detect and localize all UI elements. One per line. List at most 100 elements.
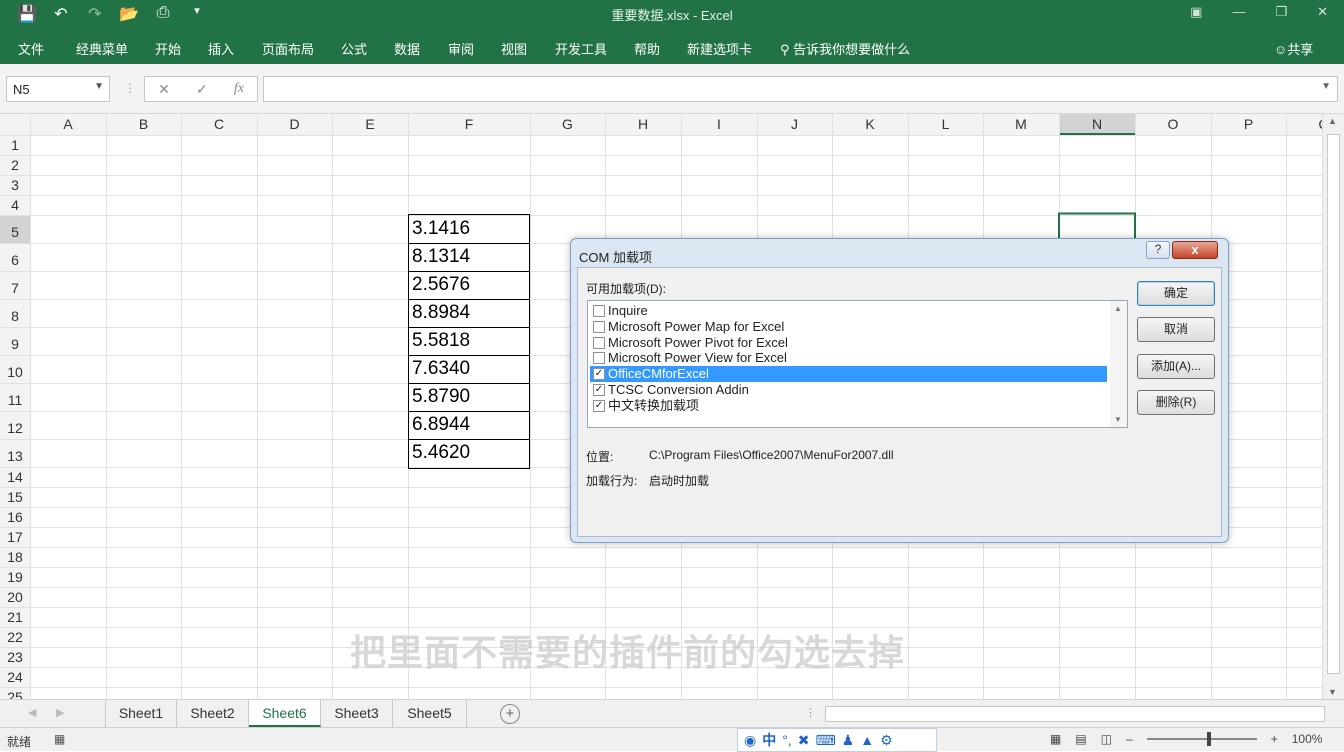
column-header[interactable]: J [757, 114, 832, 135]
tab-data[interactable]: 数据 [394, 39, 420, 58]
scroll-up-icon[interactable]: ▲ [1114, 304, 1122, 313]
row-header[interactable]: 3 [0, 175, 30, 195]
ime-logo-icon[interactable]: ◉ [744, 732, 756, 749]
row-header[interactable]: 15 [0, 487, 30, 507]
horizontal-scrollbar[interactable] [825, 706, 1325, 722]
scroll-thumb[interactable] [1327, 134, 1340, 674]
share-button[interactable]: ☺共享 [1274, 39, 1313, 58]
addin-list-item[interactable]: ✓ 中文转换加载项 [590, 398, 1107, 414]
row-header[interactable]: 7 [0, 271, 30, 299]
insert-function-icon[interactable]: fx [234, 81, 244, 97]
column-header[interactable]: E [332, 114, 408, 135]
close-window-icon[interactable]: ✕ [1317, 4, 1328, 20]
tab-help[interactable]: 帮助 [634, 39, 660, 58]
row-header[interactable]: 10 [0, 355, 30, 383]
cancel-icon[interactable]: ✕ [158, 81, 170, 98]
row-header[interactable]: 2 [0, 155, 30, 175]
remove-button[interactable]: 删除(R) [1137, 390, 1215, 415]
column-header[interactable]: G [530, 114, 605, 135]
formula-input[interactable]: ▼ [263, 76, 1338, 102]
tab-page-layout[interactable]: 页面布局 [262, 39, 314, 58]
addin-list-item[interactable]: Microsoft Power Pivot for Excel [590, 335, 1107, 351]
macro-record-icon[interactable]: ▦ [54, 732, 65, 746]
add-button[interactable]: 添加(A)... [1137, 354, 1215, 379]
row-header[interactable]: 5 [0, 215, 30, 243]
sheet-tab[interactable]: Sheet2 [177, 700, 249, 727]
cell-f10[interactable]: 7.6340 [412, 358, 528, 386]
addin-checkbox[interactable]: ✓ [593, 399, 605, 412]
sheet-tab[interactable]: Sheet1 [105, 700, 177, 727]
vertical-scrollbar[interactable]: ▲ ▼ [1322, 114, 1344, 699]
tab-classic-menu[interactable]: 经典菜单 [76, 39, 128, 58]
enter-icon[interactable]: ✓ [196, 81, 208, 98]
column-header[interactable]: L [908, 114, 983, 135]
column-header[interactable]: K [832, 114, 908, 135]
row-header[interactable]: 21 [0, 607, 30, 627]
tab-view[interactable]: 视图 [501, 39, 527, 58]
sheet-tab[interactable]: Sheet5 [393, 700, 467, 727]
zoom-in-icon[interactable]: + [1271, 732, 1278, 746]
list-scrollbar[interactable]: ▲ ▼ [1110, 301, 1127, 427]
cell-f13[interactable]: 5.4620 [412, 442, 528, 470]
column-header[interactable]: H [605, 114, 681, 135]
punctuation-icon[interactable]: °, [782, 732, 792, 748]
ime-toolbar[interactable]: ◉ 中 °, ✖ ⌨ ♟ ▲ ⚙ [737, 728, 937, 752]
help-icon[interactable]: ? [1146, 241, 1170, 259]
ok-button[interactable]: 确定 [1137, 281, 1215, 306]
tell-me-box[interactable]: ⚲ 告诉我你想要做什么 [780, 39, 910, 58]
prev-sheet-icon[interactable]: ◀ [28, 706, 36, 719]
tab-review[interactable]: 审阅 [448, 39, 474, 58]
addin-list-item[interactable]: Microsoft Power Map for Excel [590, 319, 1107, 335]
tab-home[interactable]: 开始 [155, 39, 181, 58]
addin-checkbox[interactable]: ✓ [593, 368, 605, 381]
scroll-down-icon[interactable]: ▼ [1114, 415, 1122, 424]
addin-list-item[interactable]: ✓ OfficeCMforExcel [590, 366, 1107, 383]
ime-mode[interactable]: 中 [762, 730, 776, 750]
sheet-tab[interactable]: Sheet3 [321, 700, 393, 727]
chevron-down-icon[interactable]: ▼ [94, 81, 104, 92]
addin-list[interactable]: Inquire Microsoft Power Map for Excel Micr… [587, 300, 1128, 428]
user-icon[interactable]: ♟ [842, 732, 855, 749]
close-icon[interactable]: x [1172, 241, 1218, 259]
addin-checkbox[interactable]: ✓ [593, 384, 605, 396]
row-header[interactable]: 9 [0, 327, 30, 355]
expand-formula-icon[interactable]: ▼ [1321, 81, 1331, 92]
zoom-level[interactable]: 100% [1292, 732, 1323, 746]
column-header[interactable]: C [181, 114, 257, 135]
row-header[interactable]: 24 [0, 667, 30, 687]
column-header[interactable]: A [30, 114, 106, 135]
column-header[interactable]: D [257, 114, 332, 135]
column-header[interactable]: M [983, 114, 1059, 135]
row-header[interactable]: 11 [0, 383, 30, 411]
addin-list-item[interactable]: Inquire [590, 303, 1107, 319]
scroll-up-icon[interactable]: ▲ [1328, 116, 1337, 126]
keyboard-icon[interactable]: ⌨ [815, 732, 835, 749]
column-header[interactable]: B [106, 114, 181, 135]
tab-new-tab[interactable]: 新建选项卡 [687, 39, 752, 58]
cancel-button[interactable]: 取消 [1137, 317, 1215, 342]
row-header[interactable]: 22 [0, 627, 30, 647]
addin-checkbox[interactable] [593, 305, 605, 317]
zoom-out-icon[interactable]: – [1126, 732, 1133, 746]
ribbon-display-icon[interactable]: ▣ [1190, 4, 1202, 20]
tab-insert[interactable]: 插入 [208, 39, 234, 58]
row-header[interactable]: 20 [0, 587, 30, 607]
column-header[interactable]: O [1135, 114, 1211, 135]
row-header[interactable]: 18 [0, 547, 30, 567]
settings-icon[interactable]: ⚙ [880, 732, 893, 749]
cell-f8[interactable]: 8.8984 [412, 302, 528, 330]
column-header[interactable]: P [1211, 114, 1286, 135]
row-header[interactable]: 17 [0, 527, 30, 547]
add-sheet-icon[interactable]: + [500, 704, 520, 724]
addin-checkbox[interactable] [593, 336, 605, 349]
page-layout-view-icon[interactable]: ▤ [1075, 732, 1086, 746]
column-header[interactable]: N [1059, 114, 1135, 135]
restore-icon[interactable]: ❐ [1275, 4, 1287, 20]
tools-icon[interactable]: ✖ [798, 732, 810, 749]
zoom-slider[interactable] [1146, 732, 1257, 746]
cell-f6[interactable]: 8.1314 [412, 246, 528, 274]
row-header[interactable]: 14 [0, 467, 30, 487]
cell-f12[interactable]: 6.8944 [412, 414, 528, 442]
row-header[interactable]: 19 [0, 567, 30, 587]
tab-file[interactable]: 文件 [18, 39, 44, 58]
